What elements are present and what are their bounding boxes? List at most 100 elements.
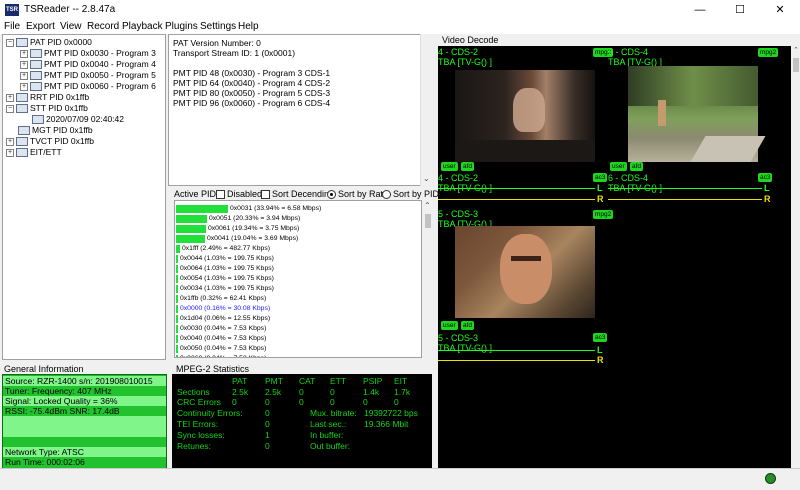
tree-item-label: PAT PID 0x0000 <box>30 37 92 47</box>
pid-rate-bar <box>176 255 178 263</box>
tree-expander[interactable]: + <box>6 148 14 157</box>
info-blank <box>3 416 166 437</box>
stats-col-header: PAT <box>232 376 248 386</box>
tree-item-label: TVCT PID 0x1ffb <box>30 136 94 146</box>
minimize-button[interactable]: — <box>680 0 720 20</box>
tree-expander[interactable]: + <box>20 71 28 80</box>
pid-rate-bar <box>176 275 178 283</box>
sort-by-pid-radio[interactable]: Sort by PID <box>382 189 440 200</box>
stats-tei-label: TEI Errors: <box>177 419 219 429</box>
pat-line: PMT PID 80 (0x0050) - Program 5 CDS-3 <box>173 88 331 98</box>
sort-by-rate-label: Sort by Rate <box>338 189 389 199</box>
video-tile-rating: TBA [TV-G() ] <box>438 57 493 67</box>
pid-rate-label: 0x0031 (33.94% = 6.58 Mbps) <box>230 205 322 212</box>
tree-expander[interactable]: + <box>6 93 14 102</box>
tree-item-pat[interactable]: − PAT PID 0x0000 <box>6 37 92 48</box>
tree-item-pmt-6[interactable]: + PMT PID 0x0060 - Program 6 <box>20 81 156 92</box>
maximize-button[interactable]: ☐ <box>720 0 760 20</box>
tree-item-mgt[interactable]: MGT PID 0x1ffb <box>18 125 93 136</box>
status-bar <box>0 468 800 490</box>
menu-playback[interactable]: Playback <box>122 21 163 32</box>
pid-rate-bar <box>176 215 207 223</box>
video-scrollbar[interactable]: ⌃ <box>792 44 800 468</box>
tree-item-stt[interactable]: − STT PID 0x1ffb <box>6 103 88 114</box>
afd-button[interactable]: afd <box>461 321 475 330</box>
tree-expander[interactable]: + <box>20 49 28 58</box>
pids-scrollbar[interactable]: ⌃ <box>422 200 434 358</box>
info-run-time: Run Time: 000:02:06 <box>3 457 166 468</box>
active-pids-list[interactable]: 0x0031 (33.94% = 6.58 Mbps) 0x0051 (20.33… <box>174 200 422 358</box>
tree-item-pmt-3[interactable]: + PMT PID 0x0030 - Program 3 <box>20 48 156 59</box>
sort-descending-checkbox[interactable]: Sort Decending <box>261 189 334 200</box>
menu-view[interactable]: View <box>60 21 82 32</box>
stats-last-sec-label: Last sec.: <box>310 419 347 429</box>
stats-value: 0 <box>232 397 237 407</box>
mpeg2-statistics-panel: PAT PMT CAT ETT PSIP EIT Sections 2.5k 2… <box>172 374 432 468</box>
disabled-checkbox[interactable]: Disabled <box>216 189 262 200</box>
tree-item-pmt-5[interactable]: + PMT PID 0x0050 - Program 5 <box>20 70 156 81</box>
table-icon <box>30 60 42 70</box>
pid-rate-label: 0x0041 (19.04% = 3.69 Mbps) <box>207 235 299 242</box>
menu-settings[interactable]: Settings <box>200 21 236 32</box>
scroll-down-icon[interactable]: ⌄ <box>423 174 430 183</box>
pid-rate-bar <box>176 295 178 303</box>
video-decode-label: Video Decode <box>442 35 499 45</box>
pid-rate-bar <box>176 315 178 323</box>
user-button[interactable]: user <box>610 162 627 171</box>
tree-item-rrt[interactable]: + RRT PID 0x1ffb <box>6 92 89 103</box>
tree-item-pmt-4[interactable]: + PMT PID 0x0040 - Program 4 <box>20 59 156 70</box>
user-button[interactable]: user <box>441 321 458 330</box>
menu-record[interactable]: Record <box>87 21 119 32</box>
tree-expander[interactable]: − <box>6 104 14 113</box>
video-frame-cds4[interactable] <box>628 66 766 162</box>
audio-codec-badge: ac3 <box>593 173 608 182</box>
tree-item-eit-ett[interactable]: + EIT/ETT <box>6 147 62 158</box>
scroll-up-icon[interactable]: ⌃ <box>793 46 799 54</box>
tree-expander[interactable]: + <box>6 137 14 146</box>
pat-details-panel[interactable]: PAT Version Number: 0 Transport Stream I… <box>168 34 432 186</box>
tree-item-label: EIT/ETT <box>30 147 62 157</box>
stats-value: 0 <box>330 387 335 397</box>
tree-item-tvct[interactable]: + TVCT PID 0x1ffb <box>6 136 94 147</box>
menu-plugins[interactable]: Plugins <box>165 21 198 32</box>
afd-button[interactable]: afd <box>630 162 644 171</box>
tree-item-label: PMT PID 0x0060 - Program 6 <box>44 81 156 91</box>
checkbox-icon <box>216 190 225 200</box>
video-road <box>690 136 766 162</box>
scroll-thumb[interactable] <box>425 214 431 228</box>
audio-right-label: R <box>597 355 604 365</box>
tree-expander[interactable]: + <box>20 82 28 91</box>
scroll-thumb[interactable] <box>793 58 799 72</box>
video-trees <box>628 66 758 106</box>
user-button[interactable]: user <box>441 162 458 171</box>
tree-expander[interactable]: − <box>6 38 14 47</box>
menu-file[interactable]: File <box>4 21 20 32</box>
scroll-up-icon[interactable]: ⌃ <box>424 201 431 210</box>
afd-button[interactable]: afd <box>461 162 475 171</box>
sort-by-pid-label: Sort by PID <box>393 189 440 199</box>
audio-tile-rating: TBA [TV-G() ] <box>438 343 493 353</box>
stats-mux-bitrate-value: 19392722 bps <box>364 408 418 418</box>
table-tree[interactable]: − PAT PID 0x0000 + PMT PID 0x0030 - Progra… <box>2 34 166 360</box>
menu-help[interactable]: Help <box>238 21 259 32</box>
video-face <box>500 234 552 304</box>
pid-rate-bar <box>176 225 206 233</box>
pat-scrollbar[interactable]: ⌄ <box>420 34 432 186</box>
tree-item-stt-time[interactable]: 2020/07/09 02:40:42 <box>32 114 124 125</box>
tree-expander[interactable]: + <box>20 60 28 69</box>
active-pids-label: Active PIDs <box>174 189 221 199</box>
pid-rate-label: 0x0000 (0.16% = 30.08 Kbps) <box>180 305 271 312</box>
table-icon <box>16 38 28 48</box>
stats-sync-value: 1 <box>265 430 270 440</box>
stats-sync-label: Sync losses: <box>177 430 225 440</box>
tree-item-label: RRT PID 0x1ffb <box>30 92 90 102</box>
pid-rate-label: 0x0050 (0.04% = 7.53 Kbps) <box>180 345 267 352</box>
close-button[interactable]: ✕ <box>760 0 800 20</box>
stats-sections-label: Sections <box>177 387 210 397</box>
video-frame-cds3[interactable] <box>455 226 595 318</box>
stats-value: 0 <box>363 397 368 407</box>
sort-by-rate-radio[interactable]: Sort by Rate <box>327 189 389 200</box>
audio-meter-right <box>438 199 595 200</box>
video-frame-cds2[interactable] <box>455 70 595 162</box>
menu-export[interactable]: Export <box>26 21 55 32</box>
